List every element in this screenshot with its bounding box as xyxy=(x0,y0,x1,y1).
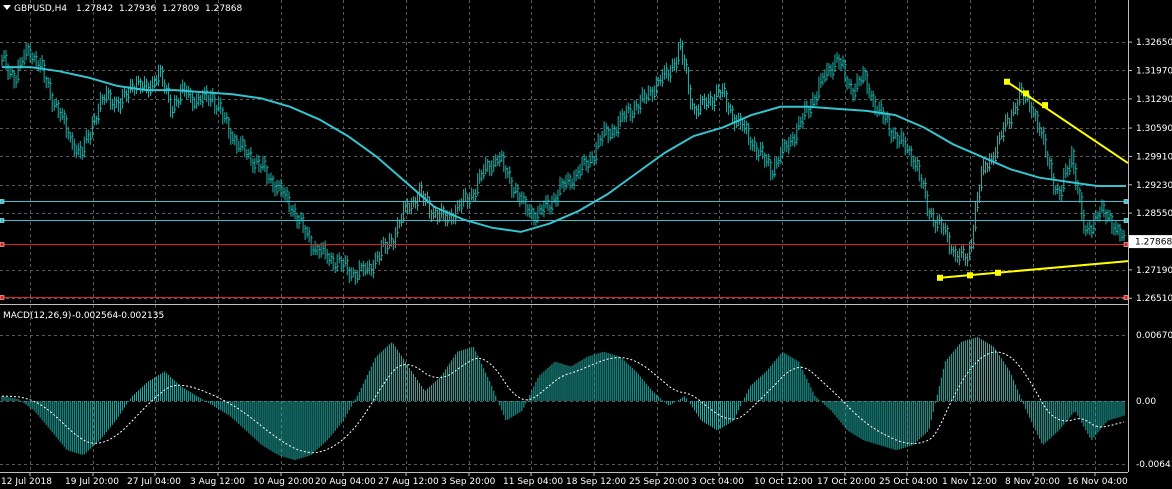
time-tick-label: 16 Nov 04:00 xyxy=(1067,477,1128,487)
price-tick-label: 1.26510 xyxy=(1136,294,1172,304)
trendline-point xyxy=(1004,78,1010,85)
price-tick-label: 1.27190 xyxy=(1136,266,1172,276)
current-price-marker: 1.27868 xyxy=(1129,235,1172,249)
current-price-label: 1.27868 xyxy=(1135,238,1172,248)
time-tick-label: 25 Oct 04:00 xyxy=(879,477,938,487)
trendline-point xyxy=(1023,90,1029,97)
hline-handle-right xyxy=(1123,242,1129,247)
macd-header: MACD(12,26,9) -0.002564 -0.002135 xyxy=(3,311,164,321)
hline-handle-left xyxy=(0,242,5,247)
time-tick-label: 19 Jul 20:00 xyxy=(65,477,119,487)
time-tick-label: 12 Jul 2018 xyxy=(1,477,52,487)
time-tick-label: 3 Oct 04:00 xyxy=(691,477,744,487)
price-tick-label: 1.29230 xyxy=(1136,181,1172,191)
macd-tick-label: -0.006411 xyxy=(1136,460,1172,470)
price-tick-label: 1.32650 xyxy=(1136,38,1172,48)
hline-handle-right xyxy=(1123,199,1129,204)
price-tick-label: 1.28550 xyxy=(1136,209,1172,219)
time-tick-label: 3 Aug 12:00 xyxy=(190,477,245,487)
hline-handle-left xyxy=(0,218,5,223)
low-value: 1.27809 xyxy=(162,4,199,14)
price-tick-label: 1.31970 xyxy=(1136,66,1172,76)
trendline-point xyxy=(1042,102,1048,109)
time-tick-label: 1 Nov 12:00 xyxy=(942,477,997,487)
price-tick-label: 1.31290 xyxy=(1136,95,1172,105)
macd-main-value: -0.002564 xyxy=(72,311,118,321)
price-chart: GBPUSD,H4 1.27842 1.27936 1.27809 1.2786… xyxy=(0,0,1172,489)
time-tick-label: 27 Aug 12:00 xyxy=(378,477,439,487)
macd-tick-label: 0.00 xyxy=(1136,397,1156,407)
time-tick-label: 10 Aug 20:00 xyxy=(253,477,314,487)
time-tick-label: 17 Oct 20:00 xyxy=(817,477,876,487)
time-tick-label: 20 Aug 04:00 xyxy=(315,477,376,487)
time-tick-label: 10 Oct 12:00 xyxy=(754,477,813,487)
time-tick-label: 27 Jul 04:00 xyxy=(127,477,181,487)
chart-header: GBPUSD,H4 1.27842 1.27936 1.27809 1.2786… xyxy=(14,4,242,14)
time-tick-label: 25 Sep 20:00 xyxy=(629,477,689,487)
hline-handle-right xyxy=(1123,295,1129,300)
macd-tick-label: 0.006705 xyxy=(1136,331,1172,341)
open-value: 1.27842 xyxy=(76,4,113,14)
price-tick-label: 1.29910 xyxy=(1136,152,1172,162)
price-tick-label: 1.30590 xyxy=(1136,124,1172,134)
hline-handle-left xyxy=(0,199,5,204)
trendline-point xyxy=(995,269,1001,276)
trendline-point xyxy=(937,274,943,281)
symbol-label: GBPUSD,H4 xyxy=(14,4,67,14)
time-tick-label: 3 Sep 20:00 xyxy=(441,477,496,487)
high-value: 1.27936 xyxy=(119,4,156,14)
close-value: 1.27868 xyxy=(205,4,242,14)
hline-handle-left xyxy=(0,295,5,300)
macd-name: MACD(12,26,9) xyxy=(3,311,71,321)
hline-handle-right xyxy=(1123,218,1129,223)
time-tick-label: 8 Nov 20:00 xyxy=(1005,477,1060,487)
trendline-point xyxy=(967,272,973,279)
time-tick-label: 11 Sep 04:00 xyxy=(503,477,563,487)
macd-signal-value: -0.002135 xyxy=(118,311,164,321)
time-tick-label: 18 Sep 12:00 xyxy=(566,477,626,487)
